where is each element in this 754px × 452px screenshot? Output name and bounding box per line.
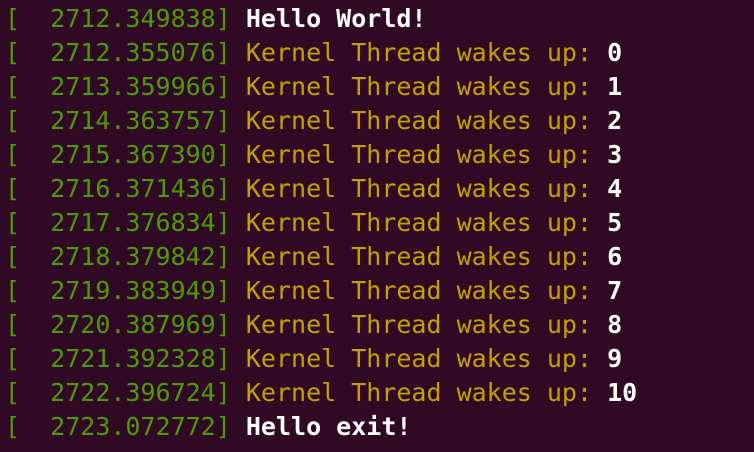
log-message: Kernel Thread wakes up: — [245, 72, 593, 101]
wakeup-count: 6 — [607, 242, 623, 271]
terminal-window[interactable]: [ 2712.349838] Hello World![ 2712.355076… — [0, 0, 754, 452]
wakeup-count: 2 — [607, 106, 623, 135]
close-bracket: ] — [215, 72, 246, 101]
log-message: Kernel Thread wakes up: — [245, 38, 593, 67]
log-line: [ 2712.349838] Hello World! — [0, 2, 754, 36]
log-timestamp: 2721.392328 — [50, 344, 216, 373]
close-bracket: ] — [215, 38, 246, 67]
open-bracket: [ — [5, 106, 21, 135]
kernel-log-output: [ 2712.349838] Hello World![ 2712.355076… — [0, 2, 754, 444]
close-bracket: ] — [215, 140, 246, 169]
open-bracket: [ — [5, 276, 21, 305]
log-timestamp: 2712.355076 — [50, 38, 216, 67]
open-bracket: [ — [5, 4, 21, 33]
log-message: Kernel Thread wakes up: — [245, 174, 593, 203]
log-timestamp: 2718.379842 — [50, 242, 216, 271]
open-bracket: [ — [5, 344, 21, 373]
close-bracket: ] — [215, 208, 246, 237]
log-message: Kernel Thread wakes up: — [245, 242, 593, 271]
log-line: [ 2723.072772] Hello exit! — [0, 410, 754, 444]
wakeup-count: 3 — [607, 140, 623, 169]
log-line: [ 2722.396724] Kernel Thread wakes up: 1… — [0, 376, 754, 410]
log-line: [ 2712.355076] Kernel Thread wakes up: 0 — [0, 36, 754, 70]
log-timestamp: 2722.396724 — [50, 378, 216, 407]
log-message: Kernel Thread wakes up: — [245, 208, 593, 237]
open-bracket: [ — [5, 72, 21, 101]
open-bracket: [ — [5, 208, 21, 237]
wakeup-count: 8 — [607, 310, 623, 339]
wakeup-count: 0 — [607, 38, 623, 67]
log-line: [ 2719.383949] Kernel Thread wakes up: 7 — [0, 274, 754, 308]
log-timestamp: 2717.376834 — [50, 208, 216, 237]
log-line: [ 2721.392328] Kernel Thread wakes up: 9 — [0, 342, 754, 376]
close-bracket: ] — [215, 106, 246, 135]
log-timestamp: 2713.359966 — [50, 72, 216, 101]
open-bracket: [ — [5, 38, 21, 67]
wakeup-count: 9 — [607, 344, 623, 373]
log-timestamp: 2712.349838 — [50, 4, 216, 33]
log-message: Kernel Thread wakes up: — [245, 276, 593, 305]
wakeup-count: 1 — [607, 72, 623, 101]
wakeup-count: 7 — [607, 276, 623, 305]
close-bracket: ] — [215, 4, 246, 33]
open-bracket: [ — [5, 174, 21, 203]
open-bracket: [ — [5, 242, 21, 271]
log-message: Hello exit! — [245, 412, 412, 441]
log-line: [ 2715.367390] Kernel Thread wakes up: 3 — [0, 138, 754, 172]
close-bracket: ] — [215, 276, 246, 305]
log-timestamp: 2715.367390 — [50, 140, 216, 169]
log-timestamp: 2720.387969 — [50, 310, 216, 339]
log-line: [ 2720.387969] Kernel Thread wakes up: 8 — [0, 308, 754, 342]
log-message: Kernel Thread wakes up: — [245, 140, 593, 169]
close-bracket: ] — [215, 174, 246, 203]
close-bracket: ] — [215, 412, 246, 441]
log-timestamp: 2723.072772 — [50, 412, 216, 441]
log-line: [ 2718.379842] Kernel Thread wakes up: 6 — [0, 240, 754, 274]
wakeup-count: 10 — [607, 378, 638, 407]
log-line: [ 2717.376834] Kernel Thread wakes up: 5 — [0, 206, 754, 240]
log-message: Kernel Thread wakes up: — [245, 344, 593, 373]
close-bracket: ] — [215, 242, 246, 271]
log-timestamp: 2716.371436 — [50, 174, 216, 203]
open-bracket: [ — [5, 140, 21, 169]
log-message: Hello World! — [245, 4, 427, 33]
log-timestamp: 2719.383949 — [50, 276, 216, 305]
log-line: [ 2716.371436] Kernel Thread wakes up: 4 — [0, 172, 754, 206]
wakeup-count: 4 — [607, 174, 623, 203]
log-line: [ 2714.363757] Kernel Thread wakes up: 2 — [0, 104, 754, 138]
open-bracket: [ — [5, 310, 21, 339]
log-message: Kernel Thread wakes up: — [245, 106, 593, 135]
close-bracket: ] — [215, 344, 246, 373]
open-bracket: [ — [5, 378, 21, 407]
log-message: Kernel Thread wakes up: — [245, 310, 593, 339]
log-message: Kernel Thread wakes up: — [245, 378, 593, 407]
wakeup-count: 5 — [607, 208, 623, 237]
open-bracket: [ — [5, 412, 21, 441]
log-line: [ 2713.359966] Kernel Thread wakes up: 1 — [0, 70, 754, 104]
close-bracket: ] — [215, 378, 246, 407]
close-bracket: ] — [215, 310, 246, 339]
log-timestamp: 2714.363757 — [50, 106, 216, 135]
